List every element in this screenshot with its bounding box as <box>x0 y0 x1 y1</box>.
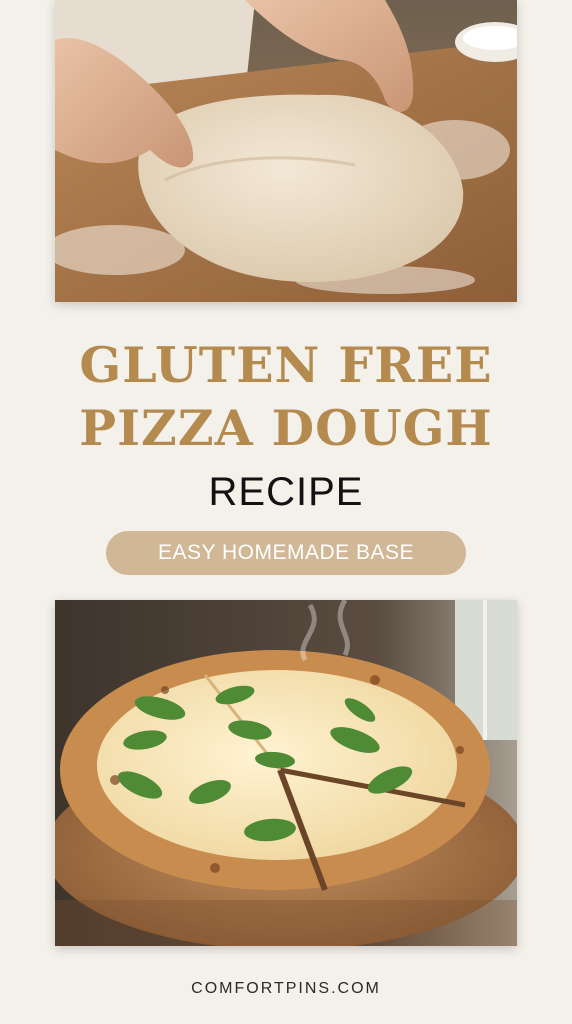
tagline-text: EASY HOMEMADE BASE <box>157 541 415 564</box>
dough-photo-illustration <box>55 0 517 302</box>
pizza-photo <box>55 600 517 946</box>
title-line-1: GLUTEN FREE <box>79 336 493 394</box>
dough-photo <box>55 0 517 302</box>
title-line-2: PIZZA DOUGH <box>79 399 493 457</box>
subtitle: RECIPE <box>208 470 364 514</box>
pizza-photo-illustration <box>55 600 517 946</box>
footer-site-url: COMFORTPINS.COM <box>191 980 381 997</box>
tagline-badge: EASY HOMEMADE BASE <box>106 531 466 575</box>
